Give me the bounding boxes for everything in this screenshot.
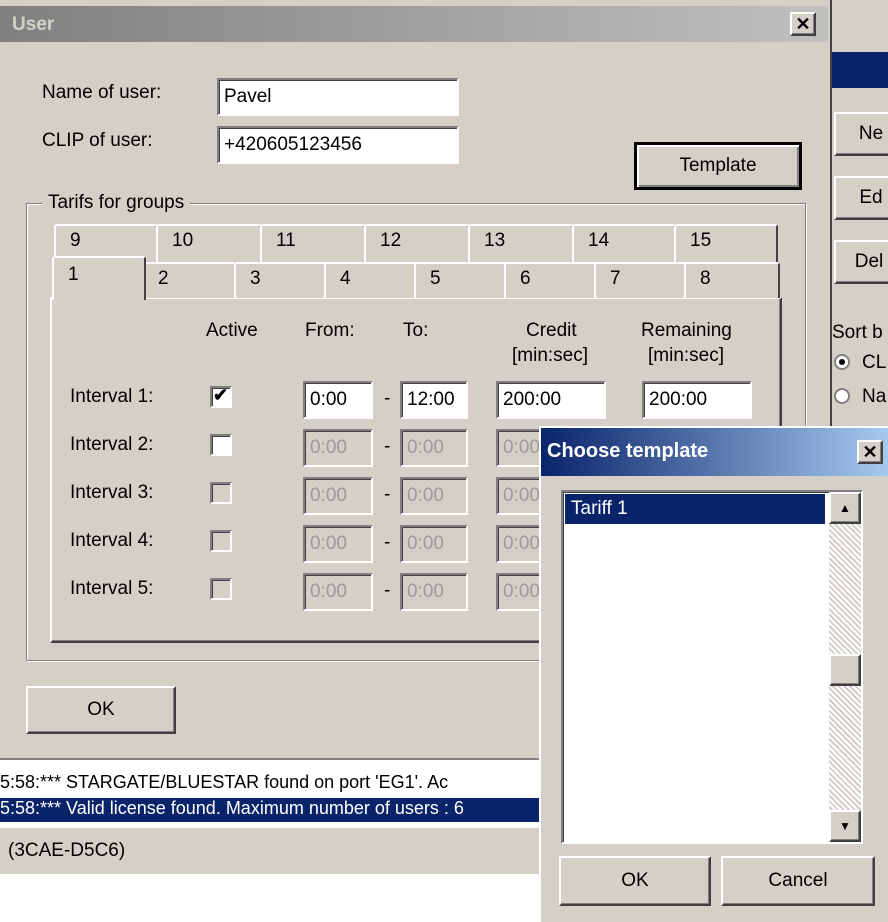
interval-active-checkbox[interactable]: ✔ [210, 385, 232, 408]
credit-unit-header: [min:sec] [512, 345, 589, 366]
clip-of-user-input[interactable]: +420605123456 [217, 126, 459, 164]
interval-label: Interval 2: [70, 434, 154, 455]
template-cancel-button[interactable]: Cancel [721, 856, 875, 906]
tab-10[interactable]: 10 [156, 224, 262, 264]
interval-from-input[interactable]: 0:00 [303, 525, 373, 563]
clip-of-user-label: CLIP of user: [42, 130, 153, 151]
interval-active-checkbox[interactable] [210, 482, 232, 504]
tab-8[interactable]: 8 [684, 262, 780, 298]
interval-to-input[interactable]: 0:00 [400, 429, 468, 467]
scroll-thumb[interactable] [829, 654, 861, 686]
interval-to-input[interactable]: 0:00 [400, 477, 468, 515]
template-item-label: Tariff 1 [571, 498, 628, 519]
radio-selected-dot-icon [839, 359, 845, 365]
interval-to-input[interactable]: 0:00 [400, 573, 468, 611]
from-header: From: [305, 320, 355, 341]
tab-14[interactable]: 14 [572, 224, 676, 264]
main-window-header-strip [832, 52, 888, 88]
remaining-header: Remaining [641, 320, 732, 341]
template-ok-button[interactable]: OK [559, 856, 711, 906]
interval-active-checkbox[interactable] [210, 434, 232, 456]
range-dash: - [384, 532, 391, 553]
choose-template-close-icon[interactable]: ✕ [857, 440, 883, 464]
choose-template-dialog: Choose template ✕ Tariff 1 ▲ ▼ OK Cancel [539, 426, 888, 922]
radio-name-label: Na [862, 386, 887, 407]
radio-clip[interactable] [834, 354, 850, 370]
interval-from-input[interactable]: 0:00 [303, 477, 373, 515]
user-dialog-titlebar [0, 6, 828, 42]
active-header: Active [206, 320, 258, 341]
interval-credit-input[interactable]: 200:00 [496, 381, 606, 419]
template-list-item-selected[interactable]: Tariff 1 [565, 494, 825, 524]
tab-1[interactable]: 1 [52, 256, 146, 300]
status-text: (3CAE-D5C6) [8, 840, 126, 861]
template-button[interactable]: Template [634, 142, 802, 190]
interval-label: Interval 4: [70, 530, 154, 551]
edit-button[interactable]: Ed [834, 176, 888, 220]
tab-5[interactable]: 5 [414, 262, 508, 298]
remaining-unit-header: [min:sec] [648, 345, 725, 366]
interval-label: Interval 3: [70, 482, 154, 503]
interval-label: Interval 5: [70, 578, 154, 599]
log-list[interactable]: 5:58:*** STARGATE/BLUESTAR found on port… [0, 758, 545, 826]
tab-12[interactable]: 12 [364, 224, 470, 264]
range-dash: - [384, 436, 391, 457]
tab-13[interactable]: 13 [468, 224, 574, 264]
tab-11[interactable]: 11 [260, 224, 366, 264]
range-dash: - [384, 484, 391, 505]
interval-from-input[interactable]: 0:00 [303, 429, 373, 467]
interval-remaining-input[interactable]: 200:00 [642, 381, 752, 419]
interval-to-input[interactable]: 12:00 [400, 381, 468, 419]
scroll-up-arrow-icon[interactable]: ▲ [829, 492, 861, 524]
interval-active-checkbox[interactable] [210, 578, 232, 600]
sort-by-label: Sort b [832, 322, 883, 343]
radio-clip-label: CL [862, 352, 887, 373]
name-of-user-input[interactable]: Pavel [217, 78, 459, 116]
interval-label: Interval 1: [70, 386, 154, 407]
new-button[interactable]: Ne [834, 112, 888, 156]
scroll-down-arrow-icon[interactable]: ▼ [829, 810, 861, 842]
interval-to-input[interactable]: 0:00 [400, 525, 468, 563]
user-dialog-close-icon[interactable]: ✕ [790, 12, 816, 36]
tab-15[interactable]: 15 [674, 224, 778, 264]
to-header: To: [403, 320, 429, 341]
radio-name[interactable] [834, 388, 850, 404]
interval-from-input[interactable]: 0:00 [303, 381, 373, 419]
checkmark-icon: ✔ [213, 385, 229, 405]
template-list-scrollbar[interactable]: ▲ ▼ [829, 492, 861, 842]
tab-2[interactable]: 2 [142, 262, 236, 298]
interval-from-input[interactable]: 0:00 [303, 573, 373, 611]
range-dash: - [384, 388, 391, 409]
tab-3[interactable]: 3 [234, 262, 328, 298]
tab-4[interactable]: 4 [324, 262, 418, 298]
template-list[interactable]: Tariff 1 ▲ ▼ [561, 490, 863, 844]
tab-7[interactable]: 7 [594, 262, 688, 298]
ok-button[interactable]: OK [26, 686, 176, 734]
range-dash: - [384, 580, 391, 601]
tab-6[interactable]: 6 [504, 262, 598, 298]
delete-button[interactable]: Del [834, 240, 888, 284]
log-line: 5:58:*** Valid license found. Maximum nu… [0, 798, 464, 818]
log-line: 5:58:*** STARGATE/BLUESTAR found on port… [0, 772, 449, 792]
name-of-user-label: Name of user: [42, 82, 162, 103]
tarifs-group-label: Tarifs for groups [42, 192, 191, 214]
user-dialog-title: User [12, 14, 55, 35]
credit-header: Credit [526, 320, 577, 341]
status-bar: (3CAE-D5C6) [0, 826, 545, 874]
interval-active-checkbox[interactable] [210, 530, 232, 552]
choose-template-title: Choose template [547, 440, 709, 462]
